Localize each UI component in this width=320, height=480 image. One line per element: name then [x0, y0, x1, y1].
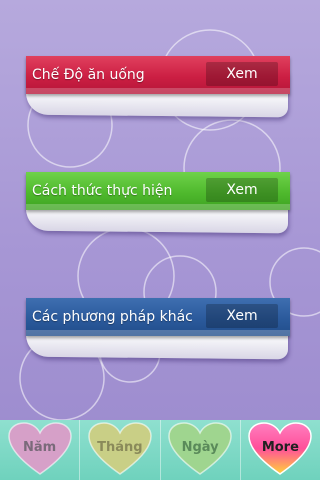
view-button-method[interactable]: Xem [206, 178, 278, 202]
tab-label-year: Năm [23, 439, 57, 455]
card-bar-method: Cách thức thực hiện Xem [26, 172, 290, 210]
card-label-other-methods: Các phương pháp khác [32, 309, 193, 325]
view-button-other-methods[interactable]: Xem [206, 304, 278, 328]
tab-more[interactable]: More [241, 420, 320, 480]
card-bar-diet: Chế Độ ăn uống Xem [26, 56, 290, 94]
tab-label-more: More [261, 439, 299, 455]
view-button-diet[interactable]: Xem [206, 62, 278, 86]
tab-label-month: Tháng [97, 439, 143, 455]
card-bar-other-methods: Các phương pháp khác Xem [26, 298, 290, 336]
card-label-diet: Chế Độ ăn uống [32, 67, 145, 83]
tab-year[interactable]: Năm [0, 420, 81, 480]
tab-month[interactable]: Tháng [80, 420, 161, 480]
tab-bar: Năm Tháng Ngày More [0, 420, 320, 480]
tab-day[interactable]: Ngày [161, 420, 241, 480]
card-label-method: Cách thức thực hiện [32, 183, 173, 199]
tab-label-day: Ngày [181, 439, 219, 455]
